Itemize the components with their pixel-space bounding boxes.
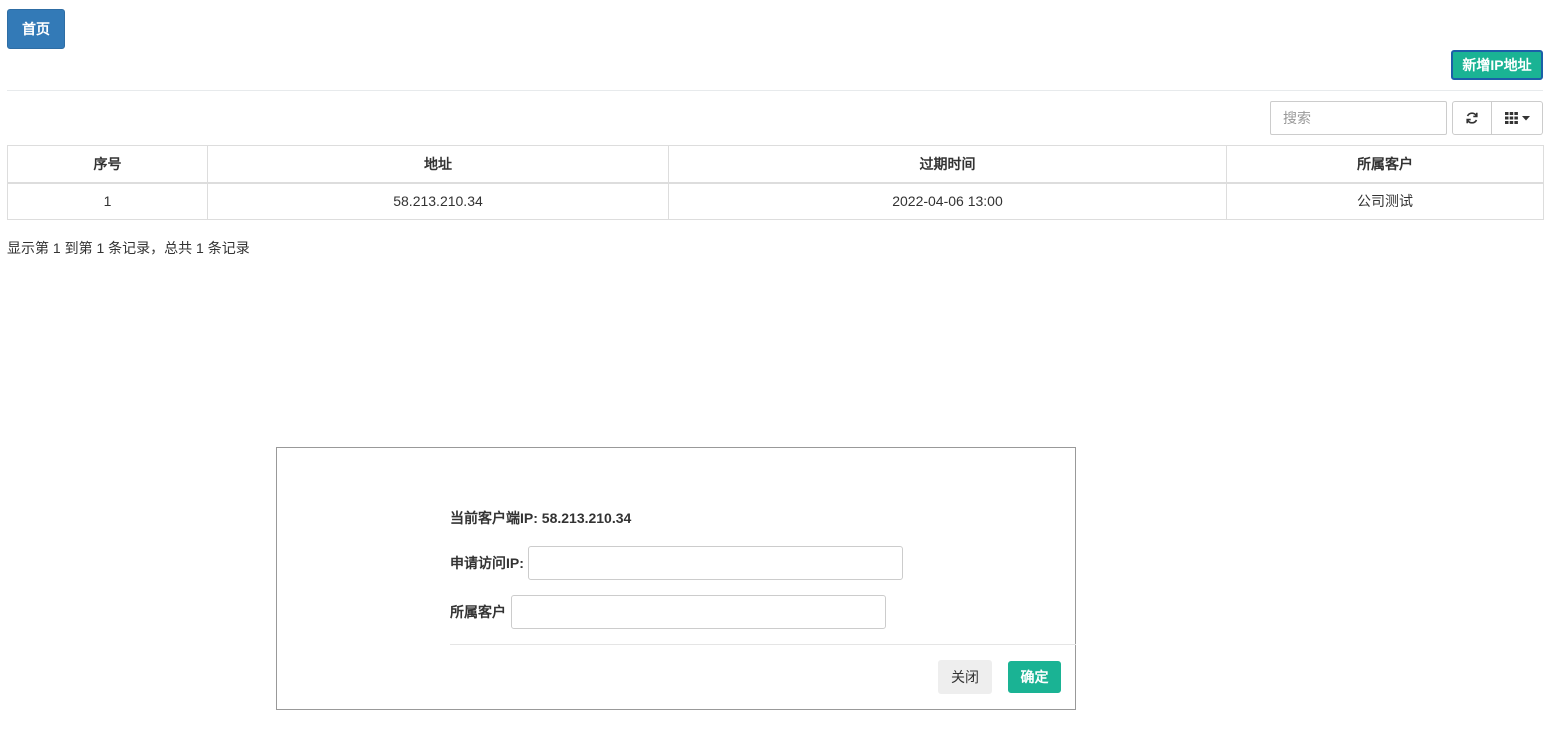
cell-customer: 公司测试 [1226,182,1544,220]
apply-ip-input[interactable] [527,546,903,580]
column-header-index[interactable]: 序号 [7,145,208,184]
search-input[interactable] [1270,101,1447,135]
cell-address: 58.213.210.34 [207,182,669,220]
cell-expire-time: 2022-04-06 13:00 [668,182,1227,220]
refresh-button[interactable] [1452,101,1492,135]
cell-index: 1 [7,182,208,220]
customer-input[interactable] [511,595,886,629]
apply-ip-row: 申请访问IP: [450,546,903,580]
add-ip-modal: 当前客户端IP: 58.213.210.34 申请访问IP: 所属客户 关闭 确… [276,447,1076,710]
refresh-icon [1466,112,1478,124]
columns-dropdown-button[interactable] [1492,101,1543,135]
customer-row: 所属客户 [450,595,886,629]
ip-table: 序号 地址 过期时间 所属客户 1 58.213.210.34 2022-04-… [7,145,1544,220]
caret-down-icon [1521,115,1530,120]
column-header-address[interactable]: 地址 [207,145,669,184]
pagination-info: 显示第 1 到第 1 条记录，总共 1 条记录 [7,240,250,256]
column-header-expire-time[interactable]: 过期时间 [668,145,1227,184]
customer-label: 所属客户 [450,604,506,620]
grid-icon [1504,112,1518,124]
home-button[interactable]: 首页 [7,9,65,49]
add-ip-button[interactable]: 新增IP地址 [1451,50,1543,80]
table-toolbar [1452,101,1543,135]
modal-footer-divider [450,644,1076,645]
column-header-customer[interactable]: 所属客户 [1226,145,1544,184]
client-ip-text: 当前客户端IP: 58.213.210.34 [450,510,632,526]
divider [7,90,1543,91]
table-header-row: 序号 地址 过期时间 所属客户 [7,145,1544,184]
close-button[interactable]: 关闭 [938,660,992,694]
apply-ip-label: 申请访问IP: [450,555,524,571]
confirm-button[interactable]: 确定 [1008,661,1061,693]
table-row[interactable]: 1 58.213.210.34 2022-04-06 13:00 公司测试 [7,182,1544,220]
